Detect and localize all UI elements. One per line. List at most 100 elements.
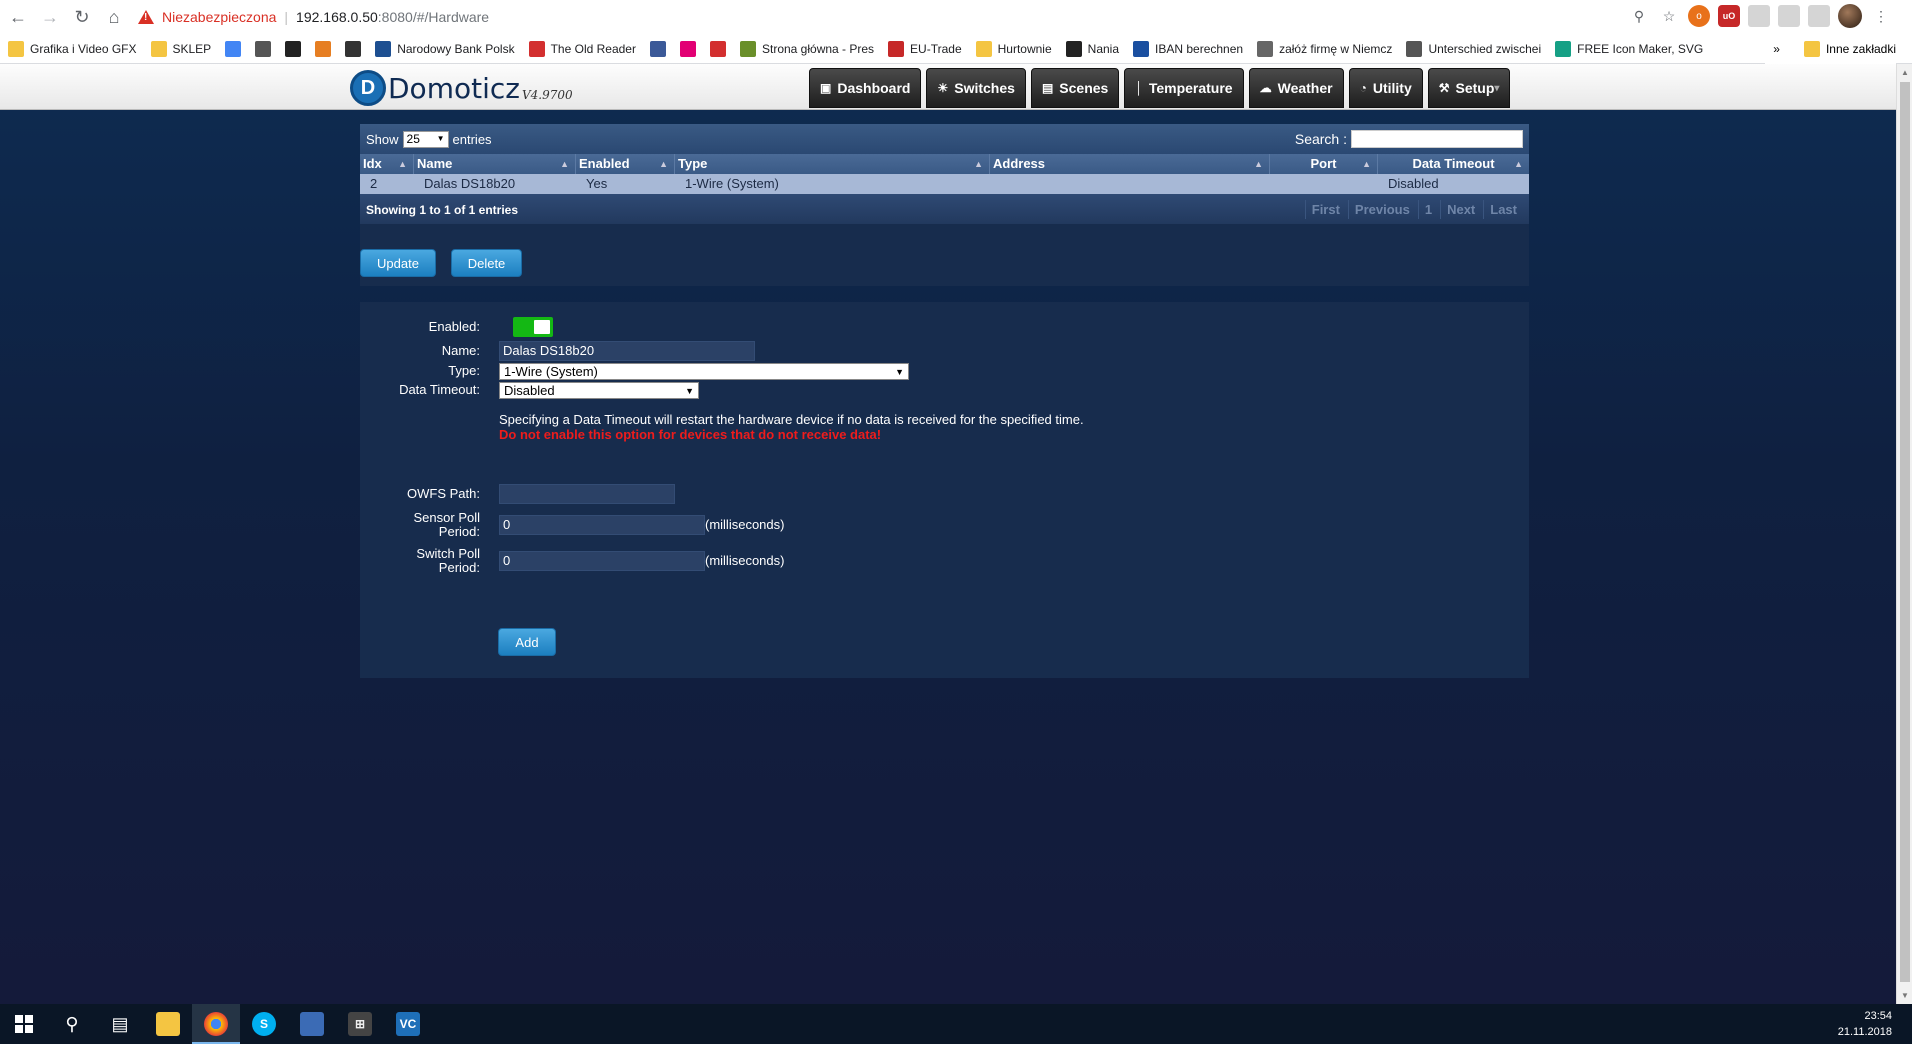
enabled-toggle[interactable]	[513, 317, 553, 337]
nav-tab-dashboard[interactable]: ▣ Dashboard	[809, 68, 922, 108]
nav-tab-temperature[interactable]: │ Temperature	[1124, 68, 1244, 108]
bookmark-item[interactable]	[285, 40, 307, 57]
browser-actions: ⚲ ☆ o uO ⋮	[1628, 4, 1892, 28]
app-version: V4.9700	[521, 88, 573, 102]
table-row[interactable]: 2 Dalas DS18b20 Yes 1-Wire (System) Disa…	[360, 174, 1529, 194]
system-clock[interactable]: 23:54 21.11.2018	[1838, 1008, 1892, 1040]
sort-icon: ▲	[1362, 159, 1371, 169]
domoticz-logo[interactable]: D Domoticz V4.9700	[350, 70, 573, 106]
page-number[interactable]: 1	[1417, 200, 1438, 219]
bookmark-item[interactable]	[255, 40, 277, 57]
skype-icon[interactable]: S	[240, 1004, 288, 1044]
col-name[interactable]: Name ▲	[414, 154, 576, 174]
scroll-up-icon[interactable]: ▲	[1901, 68, 1909, 77]
ext-gray2-icon[interactable]	[1778, 5, 1800, 27]
col-data-timeout[interactable]: Data Timeout ▲	[1378, 154, 1529, 174]
profile-avatar[interactable]	[1838, 4, 1862, 28]
url-text[interactable]: 192.168.0.50:8080/#/Hardware	[296, 9, 489, 25]
url-host: 192.168.0.50	[296, 9, 378, 25]
strona-icon	[739, 40, 756, 57]
other-bookmarks[interactable]: Inne zakładki	[1826, 42, 1896, 56]
address-bar[interactable]: Niezabezpieczona | 192.168.0.50:8080/#/H…	[138, 3, 489, 31]
bookmark-item[interactable]	[225, 40, 247, 57]
update-button[interactable]: Update	[360, 249, 436, 277]
bookmark-item[interactable]	[649, 40, 672, 57]
nav-tab-label: Temperature	[1148, 80, 1233, 96]
ublock-icon[interactable]: uO	[1718, 5, 1740, 27]
network-app-icon[interactable]	[288, 1004, 336, 1044]
bookmark-item[interactable]: SKLEP	[150, 40, 211, 57]
nav-tab-utility[interactable]: ◔ Utility	[1348, 68, 1423, 108]
bookmark-item[interactable]: FREE Icon Maker, SVG	[1555, 40, 1703, 57]
page-last[interactable]: Last	[1483, 200, 1523, 219]
reload-icon[interactable]: ↻	[68, 3, 96, 31]
ext-gray-icon[interactable]	[1748, 5, 1770, 27]
page-next[interactable]: Next	[1440, 200, 1481, 219]
eutrade-icon	[888, 40, 905, 57]
visual-studio-code-icon[interactable]: VC	[384, 1004, 432, 1044]
col-idx[interactable]: Idx ▲	[360, 154, 414, 174]
bookmarks-more-button[interactable]: »	[1773, 42, 1780, 56]
col-port[interactable]: Port ▲	[1270, 154, 1378, 174]
bookmark-item[interactable]: załóż firmę w Niemcz	[1257, 40, 1392, 57]
sensor-poll-input[interactable]: 0	[499, 515, 705, 535]
bookmark-item[interactable]: Unterschied zwischei	[1406, 40, 1541, 57]
ext-gray3-icon[interactable]	[1808, 5, 1830, 27]
key-icon[interactable]: ⚲	[1628, 5, 1650, 27]
scroll-down-icon[interactable]: ▼	[1901, 991, 1909, 1000]
forward-icon[interactable]: →	[36, 3, 64, 31]
switch-poll-input[interactable]: 0	[499, 551, 705, 571]
col-address[interactable]: Address ▲	[990, 154, 1270, 174]
cell-name: Dalas DS18b20	[424, 176, 516, 191]
menu-icon[interactable]: ⋮	[1870, 5, 1892, 27]
bookmark-item[interactable]: Nania	[1065, 40, 1119, 57]
cell-type: 1-Wire (System)	[685, 176, 779, 191]
folder-icon	[8, 40, 24, 57]
page-scrollbar[interactable]: ▲ ▼	[1896, 64, 1912, 1004]
nav-tab-switches[interactable]: ☀ Switches	[926, 68, 1026, 108]
scrollbar-thumb[interactable]	[1900, 82, 1910, 982]
dn-icon	[285, 40, 302, 57]
page-length-select[interactable]: 25	[402, 131, 449, 148]
name-input[interactable]: Dalas DS18b20	[499, 341, 755, 361]
page-previous[interactable]: Previous	[1347, 200, 1416, 219]
search-icon[interactable]: ⚲	[48, 1004, 96, 1044]
bookmark-item[interactable]: Narodowy Bank Polsk	[375, 40, 515, 57]
nav-tab-setup[interactable]: ⚒ Setup ▾	[1427, 68, 1511, 108]
star-icon[interactable]: ☆	[1658, 5, 1680, 27]
delete-button[interactable]: Delete	[451, 249, 522, 277]
type-select[interactable]: 1-Wire (System) ▼	[499, 363, 909, 380]
add-button[interactable]: Add	[498, 628, 556, 656]
bookmark-item[interactable]: Hurtownie	[975, 40, 1052, 57]
windows-taskbar: ⚲ ▤ S ⊞ VC 23:54 21.11.2018	[0, 1004, 1912, 1044]
page-first[interactable]: First	[1304, 200, 1346, 219]
home-icon[interactable]: ⌂	[100, 3, 128, 31]
file-explorer-icon[interactable]	[144, 1004, 192, 1044]
cell-idx: 2	[370, 176, 378, 191]
thermometer-icon: │	[1135, 81, 1143, 95]
start-button[interactable]	[0, 1004, 48, 1044]
bookmark-item[interactable]	[315, 40, 337, 57]
back-icon[interactable]: ←	[4, 3, 32, 31]
sensor-poll-label-2: Period:	[438, 524, 480, 539]
bookmark-item[interactable]: Strona główna - Pres	[739, 40, 874, 57]
calculator-icon[interactable]: ⊞	[336, 1004, 384, 1044]
bookmark-item[interactable]: IBAN berechnen	[1133, 40, 1243, 57]
timeout-select[interactable]: Disabled ▼	[499, 382, 699, 399]
col-type[interactable]: Type ▲	[675, 154, 990, 174]
search-input[interactable]	[1351, 130, 1523, 148]
col-enabled[interactable]: Enabled ▲	[576, 154, 675, 174]
task-view-icon[interactable]: ▤	[96, 1004, 144, 1044]
nav-tab-scenes[interactable]: ▤ Scenes	[1030, 68, 1120, 108]
ext-orange-icon[interactable]: o	[1688, 5, 1710, 27]
nav-tab-weather[interactable]: ☁ Weather	[1248, 68, 1344, 108]
bookmark-item[interactable]: The Old Reader	[528, 40, 636, 57]
bookmark-item[interactable]: EU-Trade	[888, 40, 962, 57]
bookmark-item[interactable]	[679, 40, 702, 57]
bookmark-item[interactable]	[709, 40, 732, 57]
bookmark-item[interactable]	[345, 40, 367, 57]
bookmark-item[interactable]: Grafika i Video GFX	[8, 40, 137, 57]
chrome-icon[interactable]	[192, 1004, 240, 1044]
iconmaker-icon	[1555, 40, 1572, 57]
owfs-path-input[interactable]	[499, 484, 675, 504]
